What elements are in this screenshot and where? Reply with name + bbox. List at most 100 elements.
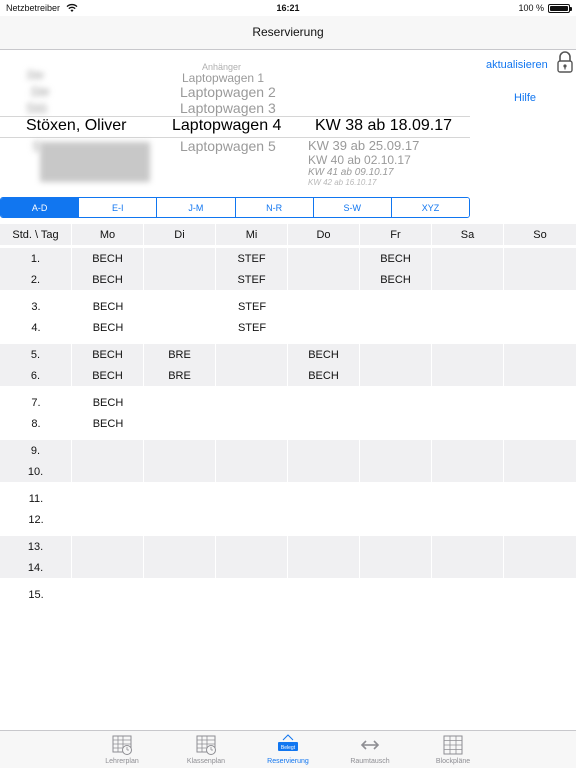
reservation-cell[interactable] [432,248,504,269]
picker-week-item[interactable]: KW 41 ab 09.10.17 [308,167,394,178]
reservation-cell[interactable] [216,488,288,509]
reservation-cell[interactable] [432,365,504,386]
reservation-cell[interactable] [216,365,288,386]
reservation-cell[interactable] [72,488,144,509]
reservation-cell[interactable] [504,413,576,434]
reservation-cell[interactable]: STEF [216,269,288,290]
reservation-cell[interactable] [144,557,216,578]
picker-device-item[interactable]: Laptopwagen 2 [180,84,276,100]
segment-j-m[interactable]: J-M [157,198,236,217]
reservation-cell[interactable] [216,509,288,530]
reservation-cell[interactable]: BECH [72,392,144,413]
reservation-cell[interactable] [432,488,504,509]
reservation-cell[interactable]: BECH [360,248,432,269]
reservation-cell[interactable]: BECH [72,413,144,434]
reservation-cell[interactable] [432,584,504,605]
picker-device-item[interactable]: Laptopwagen 1 [182,71,264,85]
reservation-cell[interactable] [144,461,216,482]
picker-column-teacher[interactable]: Ste Ste Stö Stöxen, Oliver S [0,58,160,188]
reservation-cell[interactable] [288,269,360,290]
help-button[interactable]: Hilfe [514,92,536,104]
reservation-cell[interactable]: BRE [144,344,216,365]
reservation-cell[interactable] [72,440,144,461]
reservation-cell[interactable] [504,269,576,290]
reservation-cell[interactable] [144,248,216,269]
reservation-cell[interactable] [360,488,432,509]
reservation-cell[interactable] [144,269,216,290]
reservation-cell[interactable]: BECH [72,248,144,269]
reservation-cell[interactable] [504,440,576,461]
reservation-cell[interactable] [360,413,432,434]
reservation-cell[interactable]: STEF [216,317,288,338]
reservation-cell[interactable] [144,509,216,530]
reservation-cell[interactable] [432,344,504,365]
reservation-cell[interactable] [432,269,504,290]
reservation-cell[interactable] [360,461,432,482]
reservation-cell[interactable] [216,344,288,365]
reservation-cell[interactable] [288,440,360,461]
reservation-cell[interactable]: BECH [72,269,144,290]
reservation-cell[interactable]: BECH [360,269,432,290]
reservation-cell[interactable] [360,365,432,386]
segment-e-i[interactable]: E-I [79,198,158,217]
reservation-cell[interactable] [360,557,432,578]
reservation-cell[interactable] [360,509,432,530]
reservation-cell[interactable]: BECH [288,344,360,365]
reservation-cell[interactable] [288,557,360,578]
reservation-cell[interactable] [144,488,216,509]
reservation-cell[interactable] [144,296,216,317]
reservation-cell[interactable] [432,557,504,578]
reservation-cell[interactable]: BRE [144,365,216,386]
picker-device-item[interactable]: Laptopwagen 3 [180,100,276,116]
reservation-cell[interactable] [360,296,432,317]
reservation-cell[interactable]: BECH [72,317,144,338]
reservation-cell[interactable] [144,584,216,605]
tab-blockpl-ne[interactable]: Blockpläne [411,731,495,768]
reservation-cell[interactable] [360,392,432,413]
picker-week-item[interactable]: KW 39 ab 25.09.17 [308,138,419,153]
reservation-cell[interactable] [72,557,144,578]
reservation-cell[interactable] [288,488,360,509]
reservation-cell[interactable]: BECH [288,365,360,386]
reservation-cell[interactable] [504,248,576,269]
lock-icon[interactable] [556,50,574,76]
tab-lehrerplan[interactable]: Lehrerplan [80,731,164,768]
refresh-button[interactable]: aktualisieren [486,59,548,71]
reservation-cell[interactable] [432,536,504,557]
segment-s-w[interactable]: S-W [313,198,392,217]
reservation-cell[interactable] [144,440,216,461]
reservation-cell[interactable] [504,344,576,365]
reservation-cell[interactable] [288,461,360,482]
reservation-cell[interactable] [144,413,216,434]
reservation-cell[interactable] [432,413,504,434]
reservation-cell[interactable] [72,584,144,605]
reservation-cell[interactable] [144,392,216,413]
picker-week-item[interactable]: KW 42 ab 16.10.17 [308,178,377,187]
reservation-picker[interactable]: Ste Ste Stö Stöxen, Oliver S Anhänger La… [0,58,470,188]
picker-teacher-item[interactable]: Ste [26,68,44,82]
reservation-cell[interactable] [216,557,288,578]
reservation-cell[interactable] [504,584,576,605]
reservation-cell[interactable] [504,461,576,482]
reservation-cell[interactable] [504,488,576,509]
reservation-cell[interactable] [360,317,432,338]
reservation-cell[interactable] [216,536,288,557]
reservation-cell[interactable] [216,392,288,413]
reservation-cell[interactable] [288,536,360,557]
reservation-cell[interactable] [72,509,144,530]
reservation-cell[interactable] [216,584,288,605]
reservation-cell[interactable] [360,440,432,461]
reservation-cell[interactable] [288,413,360,434]
reservation-cell[interactable] [504,536,576,557]
picker-teacher-item[interactable]: Ste [30,84,50,99]
reservation-cell[interactable]: BECH [72,344,144,365]
reservation-cell[interactable]: BECH [72,365,144,386]
segment-a-d[interactable]: A-D [1,198,80,217]
reservation-cell[interactable] [216,440,288,461]
reservation-cell[interactable] [504,296,576,317]
picker-device-selected[interactable]: Laptopwagen 4 [172,117,281,135]
reservation-cell[interactable] [432,317,504,338]
reservation-cell[interactable]: STEF [216,296,288,317]
reservation-cell[interactable] [288,248,360,269]
reservation-cell[interactable] [504,317,576,338]
